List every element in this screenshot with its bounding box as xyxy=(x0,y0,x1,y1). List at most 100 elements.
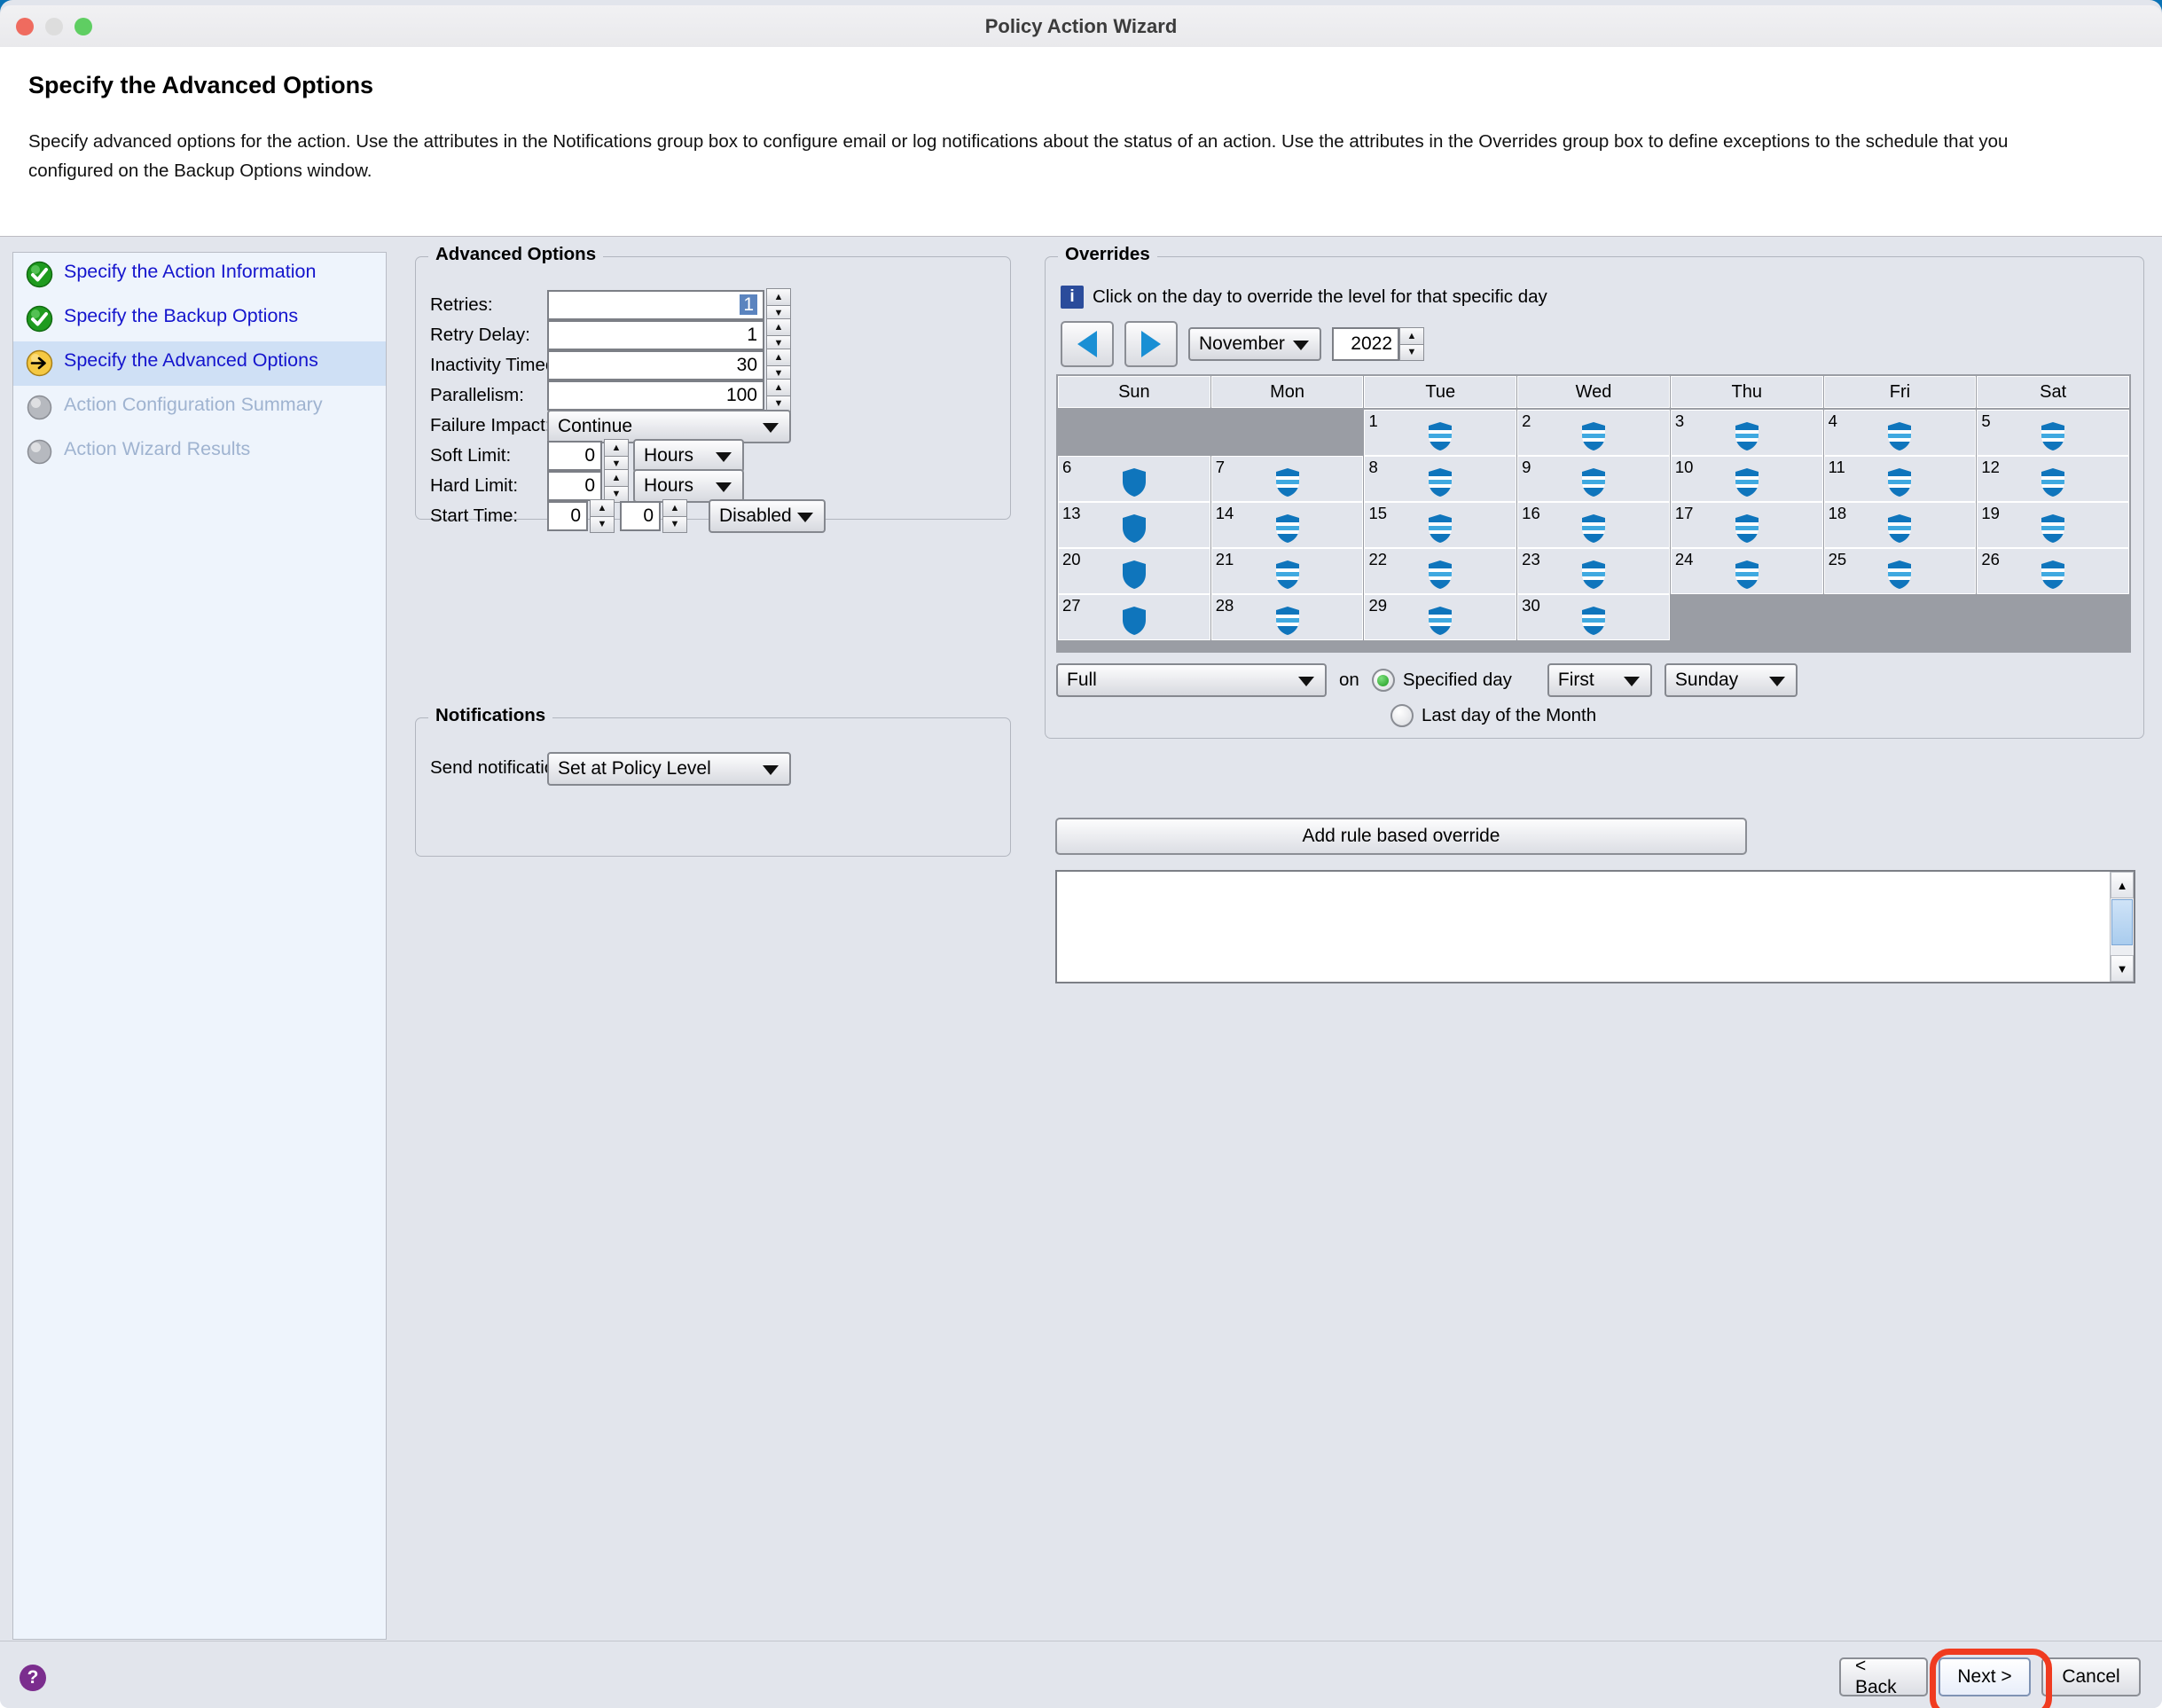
calendar-day-cell[interactable]: 14 xyxy=(1210,502,1364,548)
retries-input[interactable]: 1 xyxy=(547,290,764,320)
rule-weekday-select[interactable]: Sunday xyxy=(1664,663,1798,697)
stepper-up-icon[interactable]: ▲ xyxy=(766,379,791,396)
calendar-day-cell[interactable]: 5 xyxy=(1977,410,2130,456)
incremental-shield-icon xyxy=(1825,513,1976,544)
calendar-day-cell[interactable]: 12 xyxy=(1977,456,2130,502)
sidebar-item-backup-options[interactable]: Specify the Backup Options xyxy=(13,297,386,341)
calendar-day-cell[interactable]: 10 xyxy=(1670,456,1823,502)
specified-day-radio[interactable] xyxy=(1371,669,1395,692)
hard-limit-unit-select[interactable]: Hours xyxy=(633,469,744,503)
soft-limit-input[interactable]: 0 xyxy=(547,441,602,471)
add-rule-based-override-button[interactable]: Add rule based override xyxy=(1055,818,1747,855)
calendar-day-cell[interactable]: 30 xyxy=(1517,594,1670,640)
inactivity-timeout-stepper[interactable]: ▲ ▼ xyxy=(766,349,791,382)
calendar-day-cell[interactable]: 27 xyxy=(1058,594,1210,640)
calendar-day-cell[interactable]: 7 xyxy=(1210,456,1364,502)
scroll-up-icon[interactable]: ▲ xyxy=(2111,872,2134,898)
last-day-radio-row[interactable]: Last day of the Month xyxy=(1390,704,1596,727)
stepper-down-icon[interactable]: ▼ xyxy=(590,515,615,533)
calendar-cell-empty xyxy=(1058,410,1210,456)
hard-limit-input[interactable]: 0 xyxy=(547,471,602,501)
calendar-day-cell[interactable]: 16 xyxy=(1517,502,1670,548)
calendar-day-cell[interactable]: 11 xyxy=(1823,456,1977,502)
previous-month-button[interactable] xyxy=(1061,321,1114,367)
calendar-day-cell[interactable]: 18 xyxy=(1823,502,1977,548)
incremental-shield-icon xyxy=(1518,513,1669,544)
year-input[interactable]: 2022 xyxy=(1332,327,1399,361)
calendar-day-cell[interactable]: 19 xyxy=(1977,502,2130,548)
retry-delay-input[interactable]: 1 xyxy=(547,320,764,350)
rule-level-select[interactable]: Full xyxy=(1056,663,1327,697)
scroll-down-icon[interactable]: ▼ xyxy=(2111,955,2134,982)
start-time-hours-input[interactable]: 0 xyxy=(547,501,588,531)
incremental-shield-icon xyxy=(1672,467,1822,498)
arrow-circle-icon xyxy=(26,349,53,377)
stepper-up-icon[interactable]: ▲ xyxy=(766,288,791,305)
next-month-button[interactable] xyxy=(1124,321,1178,367)
calendar-day-cell[interactable]: 25 xyxy=(1823,548,1977,594)
calendar-day-cell[interactable]: 29 xyxy=(1364,594,1517,640)
stepper-up-icon[interactable]: ▲ xyxy=(662,499,687,516)
calendar-day-cell[interactable]: 4 xyxy=(1823,410,1977,456)
parallelism-stepper[interactable]: ▲ ▼ xyxy=(766,379,791,412)
last-day-radio[interactable] xyxy=(1390,704,1414,727)
override-calendar[interactable]: Sun Mon Tue Wed Thu Fri Sat 1 2 3 4 5 6 7 8 9 10 1… xyxy=(1056,374,2131,653)
cancel-button[interactable]: Cancel xyxy=(2041,1657,2141,1696)
calendar-day-cell[interactable]: 13 xyxy=(1058,502,1210,548)
start-time-minutes-input[interactable]: 0 xyxy=(620,501,661,531)
calendar-day-cell[interactable]: 15 xyxy=(1364,502,1517,548)
failure-impact-value: Continue xyxy=(558,416,633,436)
soft-limit-stepper[interactable]: ▲ ▼ xyxy=(604,439,629,473)
chevron-down-icon xyxy=(763,765,779,775)
calendar-day-cell[interactable]: 28 xyxy=(1210,594,1364,640)
calendar-day-cell[interactable]: 26 xyxy=(1977,548,2130,594)
override-list-scrollbar[interactable]: ▲ ▼ xyxy=(2110,872,2134,982)
stepper-up-icon[interactable]: ▲ xyxy=(766,349,791,365)
incremental-shield-icon xyxy=(1825,467,1976,498)
start-time-minutes-stepper[interactable]: ▲ ▼ xyxy=(662,499,687,533)
year-stepper[interactable]: ▲ ▼ xyxy=(1399,327,1424,361)
scrollbar-thumb[interactable] xyxy=(2111,899,2133,945)
calendar-day-cell[interactable]: 1 xyxy=(1364,410,1517,456)
calendar-day-cell[interactable]: 23 xyxy=(1517,548,1670,594)
calendar-day-cell[interactable]: 2 xyxy=(1517,410,1670,456)
inactivity-timeout-input[interactable]: 30 xyxy=(547,350,764,380)
parallelism-input[interactable]: 100 xyxy=(547,380,764,411)
retry-delay-stepper[interactable]: ▲ ▼ xyxy=(766,318,791,352)
help-icon[interactable]: ? xyxy=(20,1665,46,1691)
soft-limit-unit-select[interactable]: Hours xyxy=(633,439,744,473)
stepper-up-icon[interactable]: ▲ xyxy=(590,499,615,516)
stepper-down-icon[interactable]: ▼ xyxy=(1399,343,1424,361)
calendar-day-cell[interactable]: 3 xyxy=(1670,410,1823,456)
retries-stepper[interactable]: ▲ ▼ xyxy=(766,288,791,322)
override-list-content[interactable] xyxy=(1057,872,2110,982)
calendar-day-cell[interactable]: 24 xyxy=(1670,548,1823,594)
stepper-down-icon[interactable]: ▼ xyxy=(662,515,687,533)
hard-limit-stepper[interactable]: ▲ ▼ xyxy=(604,469,629,503)
specified-day-radio-row[interactable]: Specified day xyxy=(1371,669,1512,692)
calendar-day-cell[interactable]: 22 xyxy=(1364,548,1517,594)
stepper-up-icon[interactable]: ▲ xyxy=(604,469,629,486)
sidebar-item-advanced-options[interactable]: Specify the Advanced Options xyxy=(13,341,386,386)
override-list[interactable]: ▲ ▼ xyxy=(1055,870,2135,983)
calendar-day-cell[interactable]: 8 xyxy=(1364,456,1517,502)
start-time-hours-stepper[interactable]: ▲ ▼ xyxy=(590,499,615,533)
stepper-up-icon[interactable]: ▲ xyxy=(604,439,629,456)
send-notification-select[interactable]: Set at Policy Level xyxy=(547,752,791,786)
calendar-day-cell[interactable]: 9 xyxy=(1517,456,1670,502)
calendar-day-cell[interactable]: 21 xyxy=(1210,548,1364,594)
month-select[interactable]: November xyxy=(1188,327,1321,361)
calendar-day-cell[interactable]: 17 xyxy=(1670,502,1823,548)
start-time-state-select[interactable]: Disabled xyxy=(709,499,826,533)
back-button[interactable]: < Back xyxy=(1839,1656,1928,1697)
rule-ordinal-value: First xyxy=(1557,670,1594,690)
check-circle-icon xyxy=(26,261,53,288)
rule-ordinal-select[interactable]: First xyxy=(1547,663,1652,697)
stepper-up-icon[interactable]: ▲ xyxy=(766,318,791,335)
next-button[interactable]: Next > xyxy=(1939,1657,2031,1696)
sidebar-item-action-information[interactable]: Specify the Action Information xyxy=(13,253,386,297)
calendar-day-cell[interactable]: 6 xyxy=(1058,456,1210,502)
stepper-up-icon[interactable]: ▲ xyxy=(1399,327,1424,344)
calendar-day-cell[interactable]: 20 xyxy=(1058,548,1210,594)
scrollbar-track[interactable] xyxy=(2111,946,2134,955)
